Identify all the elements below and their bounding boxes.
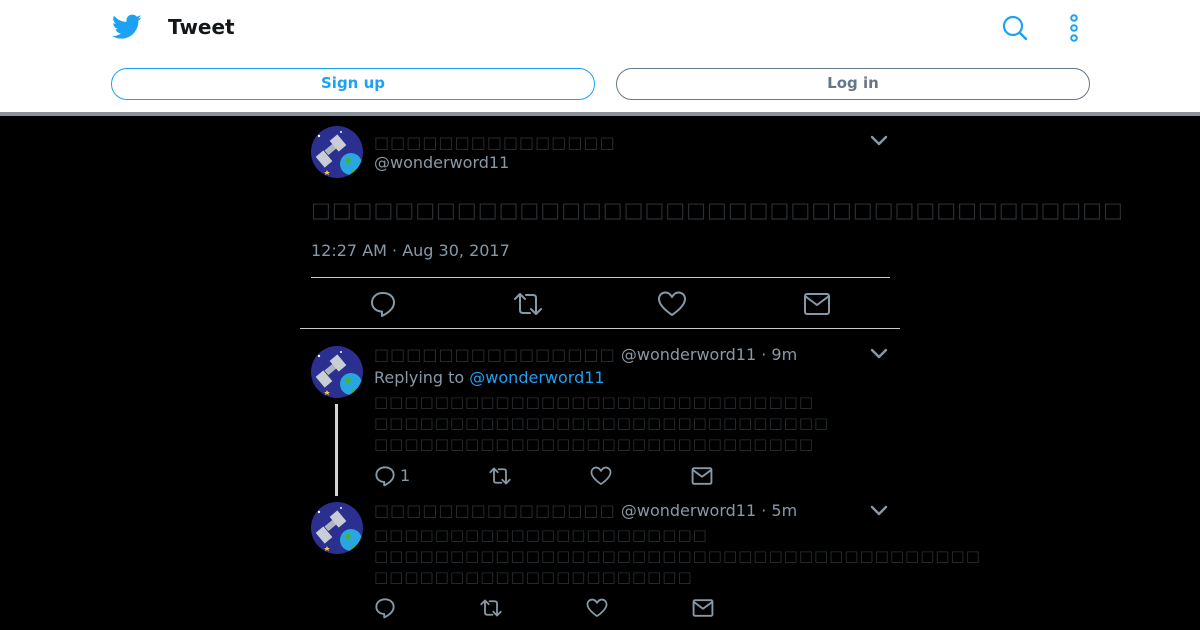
page-title: Tweet [168,15,235,39]
tweet-text: □□□□□□□□□□□□□□□□□□□□□□□□□□□□□□□□□□□□□□□ [311,198,1124,222]
reply-text-line: □□□□□□□□□□□□□□□□□□□□□□□□□□□□□ [374,393,814,411]
direct-message-icon[interactable] [691,465,713,487]
replying-to-prefix: Replying to [374,368,465,387]
reply-time[interactable]: 9m [771,345,797,364]
retweet-icon[interactable] [512,290,544,318]
more-vertical-icon[interactable] [1066,14,1082,42]
separator-dot: · [761,501,767,520]
retweet-icon[interactable] [488,465,512,487]
reply-icon[interactable] [374,465,396,487]
replying-to-mention[interactable]: @wonderword11 [469,368,604,387]
author-handle[interactable]: @wonderword11 [374,153,509,172]
avatar[interactable] [311,502,363,554]
chevron-down-icon[interactable] [870,504,888,516]
tweet-timestamp[interactable]: 12:27 AM · Aug 30, 2017 [311,241,510,260]
separator-dot: · [761,345,767,364]
retweet-icon[interactable] [479,597,503,619]
login-button[interactable]: Log in [616,68,1090,100]
divider [311,277,890,278]
like-icon[interactable] [590,465,612,487]
avatar[interactable] [311,346,363,398]
reply-text-line: □□□□□□□□□□□□□□□□□□□□□□□□□□□□□ [374,435,814,453]
like-icon[interactable] [657,290,687,318]
reply-icon[interactable] [374,597,396,619]
reply-header: □□□□□□□□□□□□□□□ @wonderword11 · 9m [374,345,797,364]
reply-count: 1 [400,466,411,485]
signup-button[interactable]: Sign up [111,68,595,100]
reply-handle[interactable]: @wonderword11 [621,501,756,520]
chevron-down-icon[interactable] [870,134,888,146]
reply-handle[interactable]: @wonderword11 [621,345,756,364]
chevron-down-icon[interactable] [870,347,888,359]
reply-display-name[interactable]: □□□□□□□□□□□□□□□ [374,345,616,364]
reply-header: □□□□□□□□□□□□□□□ @wonderword11 · 5m [374,501,797,520]
author-display-name[interactable]: □□□□□□□□□□□□□□□ [374,133,616,152]
thread-connector [335,404,338,496]
avatar[interactable] [311,126,363,178]
reply-time[interactable]: 5m [771,501,797,520]
reply-text-line: □□□□□□□□□□□□□□□□□□□□□□□□□□□□□□□□□□□□□□□□ [374,547,981,565]
reply-text-line: □□□□□□□□□□□□□□□□□□□□□ [374,568,693,586]
top-bar-shadow [0,112,1200,116]
divider [300,328,900,329]
direct-message-icon[interactable] [803,290,831,318]
reply-display-name[interactable]: □□□□□□□□□□□□□□□ [374,501,616,520]
twitter-bird-icon[interactable] [112,13,142,41]
replying-to: Replying to @wonderword11 [374,368,605,387]
search-icon[interactable] [1002,15,1028,41]
direct-message-icon[interactable] [692,597,714,619]
reply-icon[interactable] [369,290,397,318]
like-icon[interactable] [586,597,608,619]
reply-text-line: □□□□□□□□□□□□□□□□□□□□□□□□□□□□□□ [374,414,830,432]
reply-text-line: □□□□□□□□□□□□□□□□□□□□□□ [374,526,708,544]
